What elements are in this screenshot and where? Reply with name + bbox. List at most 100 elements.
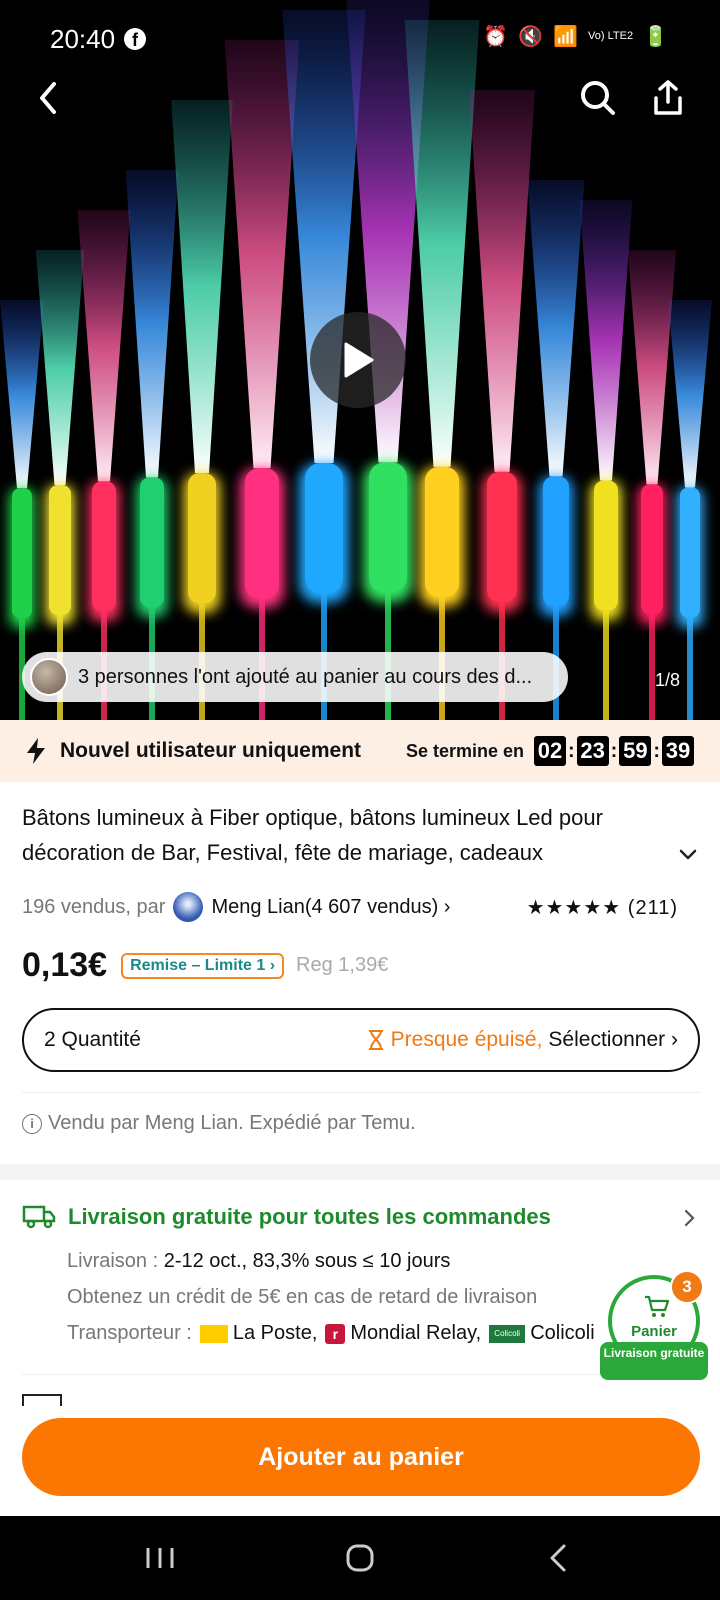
mondial-relay-logo: r	[325, 1323, 346, 1344]
product-title: Bâtons lumineux à Fiber optique, bâtons …	[22, 805, 603, 865]
divider	[22, 1092, 700, 1093]
product-image-gallery[interactable]: 20:40 f ⏰ 🔇 📶 Vo) LTE2 🔋 3 personnes l'o…	[0, 0, 720, 720]
promo-ends-label: Se termine en	[406, 740, 525, 761]
sold-by-text: Vendu par Meng Lian. Expédié par Temu.	[48, 1112, 416, 1134]
bolt-icon	[27, 738, 45, 764]
cart-icon	[645, 1295, 670, 1317]
chevron-down-icon[interactable]	[676, 842, 700, 866]
timer-minutes: 59	[619, 736, 652, 766]
quantity-label: 2 Quantité	[44, 1028, 141, 1051]
stick-handle	[594, 480, 618, 611]
countdown-timer: 02: 23: 59: 39	[534, 736, 695, 766]
quantity-selector[interactable]: 2 Quantité Presque épuisé, Sélectionner …	[22, 1008, 700, 1072]
search-icon	[581, 81, 615, 115]
fiber-strands	[404, 20, 480, 467]
fiber-strands	[627, 250, 677, 485]
fiber-strands	[171, 100, 233, 474]
stick-handle	[188, 473, 216, 604]
stock-warning: Presque épuisé,	[390, 1028, 543, 1051]
play-icon	[344, 342, 374, 378]
fiber-strands	[77, 210, 131, 482]
fiber-strands	[579, 200, 633, 481]
carriers-row: Transporteur : La Poste, r Mondial Relay…	[67, 1322, 595, 1345]
promo-label: Nouvel utilisateur uniquement	[60, 739, 362, 762]
sales-seller-row: 196 vendus, par Meng Lian(4 607 vendus) …	[22, 892, 702, 922]
wifi-icon: 📶	[553, 26, 579, 48]
sold-by-row: i Vendu par Meng Lian. Expédié par Temu.	[22, 1112, 416, 1135]
battery-icon: 🔋	[643, 26, 668, 48]
colicoli-logo: Colicoli	[489, 1324, 526, 1343]
price: 0,13€	[22, 946, 108, 984]
system-nav-bar	[0, 1516, 720, 1600]
carrier-colicoli: Colicoli	[530, 1322, 595, 1344]
timer-days: 02	[534, 736, 566, 766]
shipping-title: Livraison gratuite pour toutes les comma…	[68, 1204, 551, 1229]
sold-count: 196 vendus, par	[22, 895, 166, 918]
late-credit-text: Obtenez un crédit de 5€ en cas de retard…	[67, 1286, 538, 1308]
free-shipping-tag: Livraison gratuite	[600, 1342, 708, 1380]
stick-lanyard	[603, 610, 609, 720]
facebook-icon: f	[124, 28, 146, 50]
stick-handle	[140, 477, 164, 608]
home-icon[interactable]	[340, 1538, 380, 1578]
fiber-strands	[35, 250, 85, 485]
stick-handle	[12, 488, 32, 619]
delivery-estimate: Livraison : 2-12 oct., 83,3% sous ≤ 10 j…	[67, 1250, 450, 1273]
chevron-right-icon[interactable]	[680, 1208, 700, 1228]
cart-activity-toast: 3 personnes l'ont ajouté au panier au co…	[22, 652, 568, 702]
new-user-promo-bar: Nouvel utilisateur uniquement Se termine…	[0, 720, 720, 782]
select-label: Sélectionner ›	[548, 1028, 678, 1051]
price-row: 0,13€ Remise – Limite 1 › Reg 1,39€	[22, 946, 388, 985]
back-button[interactable]	[20, 70, 76, 126]
mute-icon: 🔇	[518, 26, 544, 48]
search-button[interactable]	[570, 70, 626, 126]
seller-avatar[interactable]	[173, 892, 204, 922]
fiber-strands	[469, 90, 535, 472]
shipping-header[interactable]: Livraison gratuite pour toutes les comma…	[22, 1204, 551, 1230]
info-icon: i	[22, 1113, 42, 1134]
recent-apps-icon[interactable]	[140, 1538, 180, 1578]
cart-label: Panier	[631, 1323, 677, 1340]
section-divider	[0, 1164, 720, 1180]
image-page-counter: 1/8	[654, 670, 680, 690]
fiber-strands	[527, 180, 585, 477]
partial-row-icon	[22, 1394, 62, 1406]
fiber-strands	[125, 170, 179, 478]
stick-lanyard	[649, 614, 655, 720]
laposte-logo	[199, 1324, 228, 1343]
stick-handle	[487, 471, 517, 602]
stick-handle	[245, 468, 279, 599]
stick-handle	[369, 462, 407, 593]
fiber-strands	[0, 300, 44, 489]
fiber-strands	[224, 40, 300, 469]
status-bar: 20:40 f ⏰ 🔇 📶 Vo) LTE2 🔋	[0, 0, 720, 80]
stick-handle	[425, 466, 459, 597]
regular-price: Reg 1,39€	[296, 954, 389, 976]
share-button[interactable]	[640, 70, 696, 126]
stick-lanyard	[687, 617, 693, 720]
timer-seconds: 39	[662, 736, 695, 766]
stick-handle	[305, 463, 343, 593]
delivery-value: 2-12 oct., 83,3% sous ≤ 10 jours	[163, 1250, 451, 1272]
delivery-label: Livraison :	[67, 1250, 159, 1272]
nav-back-icon[interactable]	[540, 1538, 580, 1578]
truck-icon	[22, 1205, 56, 1229]
avatar	[30, 658, 68, 696]
rating[interactable]: ★★★★★ (211)	[527, 895, 678, 920]
play-video-button[interactable]	[310, 312, 406, 408]
discount-tag[interactable]: Remise – Limite 1 ›	[121, 952, 285, 979]
carrier-label: Transporteur :	[67, 1322, 192, 1344]
status-icons: ⏰ 🔇 📶 Vo) LTE2 🔋	[483, 24, 668, 49]
back-icon	[40, 82, 56, 114]
seller-link[interactable]: Meng Lian(4 607 vendus) ›	[211, 896, 450, 919]
stick-handle	[680, 487, 700, 618]
add-to-cart-button[interactable]: Ajouter au panier	[22, 1418, 700, 1496]
toast-text: 3 personnes l'ont ajouté au panier au co…	[78, 665, 533, 688]
rating-stars: ★★★★★	[526, 896, 622, 919]
status-time: 20:40	[50, 24, 116, 54]
lte-indicator: Vo) LTE2	[588, 30, 634, 42]
timer-hours: 23	[576, 736, 609, 766]
stick-handle	[543, 476, 569, 607]
stick-handle	[92, 481, 116, 612]
share-icon	[654, 80, 682, 115]
